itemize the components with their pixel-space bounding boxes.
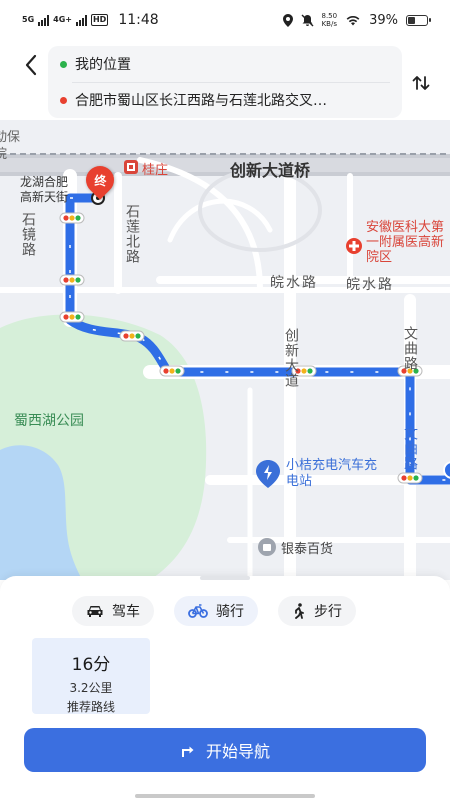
label-wanshui-road-1: 皖水路	[270, 275, 318, 291]
route-input-box: 我的位置 合肥市蜀山区长江西路与石莲北路交叉…	[48, 46, 402, 118]
mute-bell-icon	[301, 14, 313, 26]
label-charging-station: 小桔充电汽车充电站	[286, 458, 378, 489]
label-shilian-north-road: 石莲北路	[124, 204, 140, 264]
home-indicator[interactable]	[135, 794, 315, 798]
route-divider	[72, 82, 390, 83]
location-icon	[282, 13, 293, 27]
label-gaoxin-tianjie: 高新天街	[20, 190, 69, 204]
swap-arrows-icon	[412, 76, 430, 90]
label-wenqu-road-2: 文曲路	[402, 426, 418, 471]
start-navigation-button[interactable]: 开始导航	[24, 728, 426, 772]
start-location-field[interactable]: 我的位置	[60, 48, 390, 80]
hd-label: HD	[90, 14, 109, 26]
swap-route-button[interactable]	[406, 68, 436, 98]
speed-unit: KB/s	[321, 20, 337, 28]
wifi-icon	[346, 16, 360, 26]
label-chuangxin-bridge: 创新大道桥	[230, 161, 311, 180]
road-block	[167, 198, 273, 243]
tab-drive-label: 驾车	[112, 604, 140, 620]
label-wenqu-road-1: 文曲路	[402, 326, 418, 371]
label-yintai: 银泰百货	[281, 542, 334, 557]
label-shijing-road: 石镜路	[20, 212, 36, 257]
bicycle-icon	[188, 604, 208, 618]
speed-value: 8.50	[321, 12, 338, 20]
end-marker-text: 终	[93, 173, 107, 188]
signal-bars-icon	[38, 14, 50, 26]
tab-bike-label: 骑行	[216, 604, 244, 620]
route-header: 我的位置 合肥市蜀山区长江西路与石莲北路交叉…	[0, 40, 450, 120]
car-icon	[87, 606, 103, 617]
bottom-panel: 驾车 骑行 步行 16分 3.2公里 推荐路线 开始导航	[0, 576, 450, 800]
navigation-turn-icon	[181, 746, 194, 757]
label-guizhuang: 桂庄	[142, 163, 169, 178]
tab-bike[interactable]: 骑行	[174, 596, 258, 626]
label-longhu-hefei: 龙湖合肥	[20, 175, 69, 189]
route-distance: 3.2公里	[69, 681, 113, 695]
tab-drive[interactable]: 驾车	[72, 596, 154, 626]
road-ring	[198, 168, 323, 252]
walk-icon	[295, 603, 304, 619]
route-option-card[interactable]: 16分 3.2公里 推荐路线	[32, 638, 150, 714]
label-wanshui-road-2: 皖水路	[346, 277, 394, 293]
chevron-left-icon	[25, 54, 37, 76]
end-dot-icon	[60, 96, 67, 104]
back-button[interactable]	[16, 50, 46, 80]
hospital-icon	[346, 238, 362, 254]
yintai-icon	[258, 538, 276, 556]
label-shuxi-lake-park: 蜀西湖公园	[14, 413, 84, 429]
battery-icon	[406, 14, 431, 26]
label-anyi-hospital: 安徽医科大第一附属医高新院区	[366, 220, 445, 265]
start-location-text: 我的位置	[75, 57, 131, 73]
clock: 11:48	[118, 12, 159, 28]
signal-bars-icon-2	[75, 14, 87, 26]
label-yuan: 院	[0, 147, 8, 162]
label-chuangxin-avenue: 创新大道	[283, 328, 299, 388]
panel-grabber[interactable]	[200, 576, 250, 580]
tab-walk-label: 步行	[314, 604, 342, 620]
tab-walk[interactable]: 步行	[278, 596, 356, 626]
network-5g-label: 5G	[22, 15, 35, 24]
map-canvas	[0, 153, 450, 580]
end-location-text: 合肥市蜀山区长江西路与石莲北路交叉…	[75, 93, 327, 109]
status-bar: 5G 4G+ HD 11:48 8.50 KB/s 39%	[0, 0, 450, 40]
travel-mode-tabs: 驾车 骑行 步行	[72, 596, 356, 626]
guizhuang-icon	[124, 160, 138, 174]
start-navigation-label: 开始导航	[205, 742, 270, 761]
status-left: 5G 4G+ HD 11:48	[22, 12, 159, 28]
route-time: 16分	[71, 655, 111, 675]
network-4g-label: 4G+	[53, 15, 72, 24]
start-dot-icon	[60, 60, 67, 68]
battery-percent: 39%	[369, 12, 398, 28]
status-right: 8.50 KB/s 39%	[282, 12, 431, 28]
end-location-field[interactable]: 合肥市蜀山区长江西路与石莲北路交叉…	[60, 84, 390, 116]
network-speed: 8.50 KB/s	[322, 12, 338, 28]
map-view[interactable]: 动保 院 桂庄 创新大道桥 龙湖合肥 高新天街 石镜路 石莲北路 安徽医科大第一…	[0, 120, 450, 580]
route-tag: 推荐路线	[66, 700, 115, 714]
